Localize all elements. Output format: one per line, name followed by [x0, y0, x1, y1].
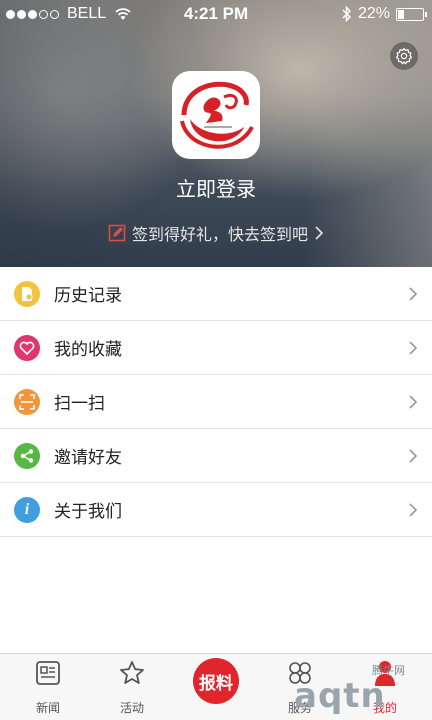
menu-item-invite[interactable]: 邀请好友 — [0, 429, 432, 483]
info-icon: i — [14, 496, 40, 523]
report-button[interactable]: 报料 — [193, 658, 239, 704]
chevron-right-icon — [409, 395, 418, 409]
tab-mine-label: 我的 — [372, 701, 397, 715]
signin-prompt[interactable]: 签到得好礼，快去签到吧 — [0, 221, 432, 245]
history-icon — [14, 280, 40, 307]
menu-item-favorites[interactable]: 我的收藏 — [0, 321, 432, 375]
user-icon — [375, 661, 395, 686]
chevron-right-icon — [409, 287, 418, 301]
chevron-right-icon — [409, 503, 418, 517]
app-logo[interactable] — [172, 71, 260, 159]
menu-item-label: 关于我们 — [54, 502, 122, 521]
share-icon — [14, 442, 40, 469]
gear-icon — [395, 47, 413, 65]
news-icon — [36, 661, 60, 685]
menu-item-history[interactable]: 历史记录 — [0, 267, 432, 321]
services-icon — [289, 662, 311, 684]
bluetooth-icon — [342, 6, 352, 22]
menu-item-label: 历史记录 — [54, 286, 122, 305]
menu-item-label: 扫一扫 — [54, 394, 105, 413]
settings-button[interactable] — [390, 42, 418, 70]
menu-item-about[interactable]: i 关于我们 — [0, 483, 432, 537]
battery-percent: 22% — [357, 5, 390, 22]
tab-mine[interactable]: 我的 — [342, 654, 428, 720]
tab-services[interactable]: 服务 — [257, 654, 343, 720]
menu-item-label: 邀请好友 — [54, 448, 122, 467]
chevron-right-icon — [409, 341, 418, 355]
heart-icon — [14, 334, 40, 361]
profile-header: BELL 4:21 PM 22% 立即登录 签到得好礼，快去签到吧 — [0, 0, 432, 267]
status-bar: BELL 4:21 PM 22% — [0, 0, 432, 30]
menu-item-label: 我的收藏 — [54, 340, 122, 359]
scan-icon — [14, 388, 40, 415]
tab-services-label: 服务 — [287, 701, 312, 715]
star-icon — [120, 661, 144, 684]
app-logo-image — [180, 81, 254, 149]
tab-news[interactable]: 新闻 — [5, 654, 91, 720]
battery-icon — [396, 7, 427, 21]
menu-item-scan[interactable]: 扫一扫 — [0, 375, 432, 429]
login-button[interactable]: 立即登录 — [0, 173, 432, 202]
signin-text: 签到得好礼，快去签到吧 — [131, 227, 308, 244]
chevron-right-icon — [315, 226, 324, 240]
tab-news-label: 新闻 — [35, 701, 60, 715]
chevron-right-icon — [409, 449, 418, 463]
edit-icon — [108, 224, 126, 242]
tab-activity-label: 活动 — [119, 701, 144, 715]
tab-activity[interactable]: 活动 — [89, 654, 175, 720]
menu-list: 历史记录 我的收藏 扫一扫 邀请好友 i 关于我们 — [0, 267, 432, 537]
